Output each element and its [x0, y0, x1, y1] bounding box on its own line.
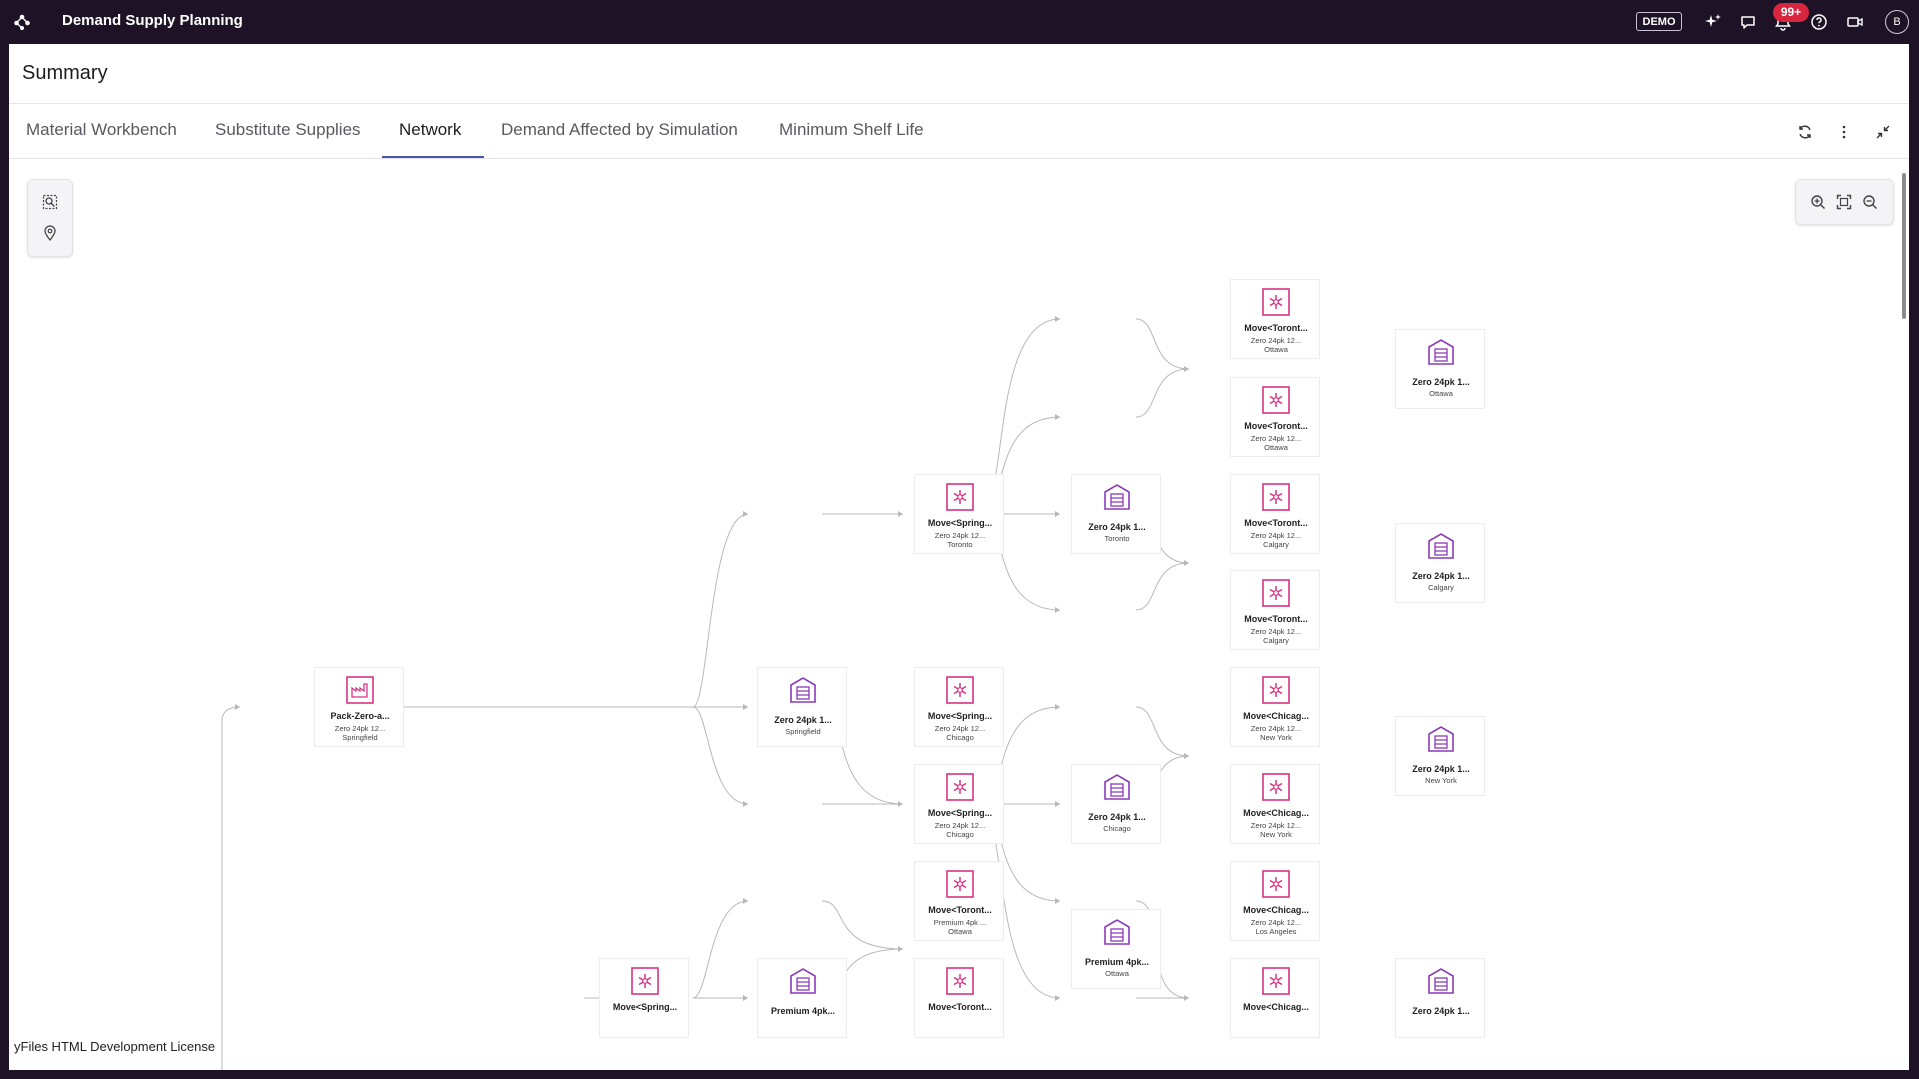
warehouse-icon: [1428, 726, 1454, 752]
network-node-move[interactable]: Move<Spring...: [599, 958, 689, 1038]
network-node-move[interactable]: Move<Spring... Zero 24pk 12... Toronto: [914, 474, 1004, 554]
warehouse-icon: [1428, 968, 1454, 994]
transport-icon: [946, 967, 974, 995]
warehouse-icon: [1104, 774, 1130, 800]
network-node-move[interactable]: Move<Toront... Zero 24pk 12... Calgary: [1230, 570, 1320, 650]
network-node-warehouse[interactable]: Premium 4pk... Ottawa: [1071, 909, 1161, 989]
avatar[interactable]: B: [1885, 10, 1909, 34]
fit-to-screen-icon[interactable]: [1834, 192, 1854, 212]
search-area-icon[interactable]: [40, 192, 60, 212]
transport-icon: [1262, 288, 1290, 316]
transport-icon: [1262, 483, 1290, 511]
video-icon[interactable]: [1843, 10, 1867, 34]
more-options-icon[interactable]: [1834, 122, 1854, 142]
app-launcher-icon[interactable]: [12, 12, 32, 32]
transport-icon: [1262, 773, 1290, 801]
network-node-move[interactable]: Move<Chicag... Zero 24pk 12... New York: [1230, 667, 1320, 747]
collapse-icon[interactable]: [1873, 122, 1893, 142]
network-node-warehouse[interactable]: Zero 24pk 1... Toronto: [1071, 474, 1161, 554]
transport-icon: [1262, 967, 1290, 995]
network-node-move[interactable]: Move<Spring... Zero 24pk 12... Chicago: [914, 667, 1004, 747]
transport-icon: [1262, 579, 1290, 607]
tab-minimum-shelf-life[interactable]: Minimum Shelf Life: [779, 104, 924, 158]
license-notice: yFiles HTML Development License: [12, 1038, 218, 1055]
transport-icon: [946, 483, 974, 511]
warehouse-icon: [790, 677, 816, 703]
location-pin-icon[interactable]: [40, 223, 60, 243]
network-node-warehouse[interactable]: Zero 24pk 1... Ottawa: [1395, 329, 1485, 409]
vertical-scrollbar[interactable]: [1902, 173, 1906, 319]
tab-bar: Material Workbench Substitute Supplies N…: [9, 104, 1909, 159]
zoom-out-icon[interactable]: [1860, 192, 1880, 212]
network-node-pack[interactable]: Pack-Zero-a... Zero 24pk 12... Springfield: [314, 667, 404, 747]
page-title: Summary: [22, 62, 108, 84]
network-graph[interactable]: Pack-Zero-a... Zero 24pk 12... Springfield…: [9, 159, 1909, 1070]
zoom-controls: [1795, 179, 1894, 225]
summary-panel: Summary Material Workbench Substitute Su…: [9, 44, 1909, 1070]
network-node-warehouse[interactable]: Zero 24pk 1...: [1395, 958, 1485, 1038]
notification-badge: 99+: [1773, 3, 1809, 22]
transport-icon: [946, 870, 974, 898]
transport-icon: [946, 773, 974, 801]
sparkle-icon[interactable]: [1701, 10, 1725, 34]
transport-icon: [1262, 386, 1290, 414]
network-node-warehouse[interactable]: Zero 24pk 1... Springfield: [757, 667, 847, 747]
network-node-move[interactable]: Move<Toront... Zero 24pk 12... Ottawa: [1230, 279, 1320, 359]
warehouse-icon: [1104, 484, 1130, 510]
transport-icon: [1262, 676, 1290, 704]
transport-icon: [631, 967, 659, 995]
chat-icon[interactable]: [1736, 10, 1760, 34]
network-node-move[interactable]: Move<Toront... Premium 4pk ... Ottawa: [914, 861, 1004, 941]
transport-icon: [946, 676, 974, 704]
network-node-warehouse[interactable]: Zero 24pk 1... Calgary: [1395, 523, 1485, 603]
warehouse-icon: [1104, 919, 1130, 945]
network-node-move[interactable]: Move<Chicag...: [1230, 958, 1320, 1038]
network-node-move[interactable]: Move<Toront... Zero 24pk 12... Ottawa: [1230, 377, 1320, 457]
network-node-move[interactable]: Move<Toront... Zero 24pk 12... Calgary: [1230, 474, 1320, 554]
refresh-icon[interactable]: [1795, 122, 1815, 142]
tab-demand-affected[interactable]: Demand Affected by Simulation: [501, 104, 738, 158]
network-node-move[interactable]: Move<Chicag... Zero 24pk 12... Los Angeles: [1230, 861, 1320, 941]
demo-badge: DEMO: [1636, 12, 1682, 31]
tab-network[interactable]: Network: [382, 104, 484, 158]
warehouse-icon: [1428, 533, 1454, 559]
warehouse-icon: [1428, 339, 1454, 365]
network-node-move[interactable]: Move<Spring... Zero 24pk 12... Chicago: [914, 764, 1004, 844]
warehouse-icon: [790, 968, 816, 994]
transport-icon: [1262, 870, 1290, 898]
app-title: Demand Supply Planning: [62, 12, 243, 29]
tab-substitute-supplies[interactable]: Substitute Supplies: [215, 104, 361, 158]
top-bar: Demand Supply Planning DEMO 99+ B: [0, 0, 1919, 44]
help-icon[interactable]: [1807, 10, 1831, 34]
network-node-warehouse[interactable]: Premium 4pk...: [757, 958, 847, 1038]
network-node-warehouse[interactable]: Zero 24pk 1... Chicago: [1071, 764, 1161, 844]
factory-icon: [346, 676, 374, 704]
zoom-in-icon[interactable]: [1808, 192, 1828, 212]
network-node-move[interactable]: Move<Toront...: [914, 958, 1004, 1038]
tab-material-workbench[interactable]: Material Workbench: [26, 104, 177, 158]
graph-tool-panel: [27, 179, 73, 257]
network-node-warehouse[interactable]: Zero 24pk 1... New York: [1395, 716, 1485, 796]
network-node-move[interactable]: Move<Chicag... Zero 24pk 12... New York: [1230, 764, 1320, 844]
